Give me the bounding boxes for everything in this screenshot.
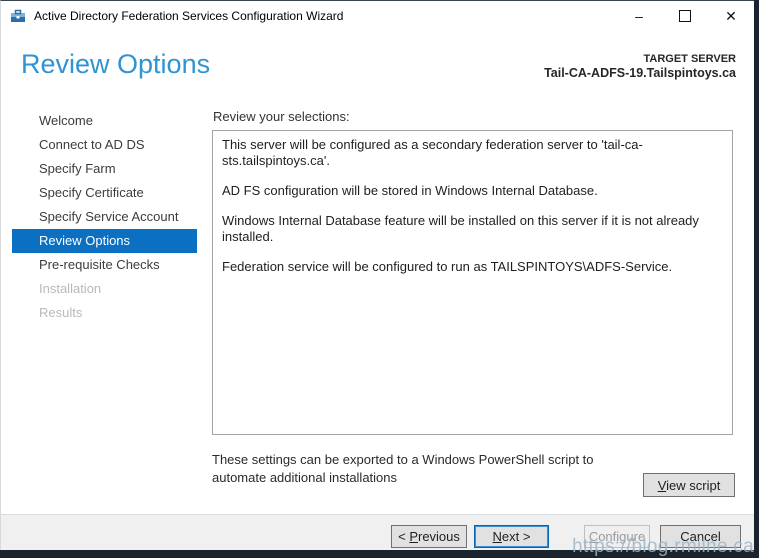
export-note: These settings can be exported to a Wind… [212, 452, 594, 486]
footer-bar: < Previous Next > Configure Cancel [1, 514, 754, 550]
review-selections-box[interactable]: This server will be configured as a seco… [212, 130, 733, 436]
sidebar: Welcome Connect to AD DS Specify Farm Speci… [1, 103, 212, 516]
review-paragraph: This server will be configured as a seco… [222, 137, 643, 169]
titlebar[interactable]: Active Directory Federation Services Con… [1, 1, 754, 31]
previous-button[interactable]: < Previous [391, 525, 467, 548]
sidebar-item-specify-certificate[interactable]: Specify Certificate [12, 181, 197, 205]
target-server-label: TARGET SERVER [643, 53, 737, 65]
view-script-button[interactable]: View script [643, 473, 735, 498]
sidebar-item-results: Results [39, 305, 83, 321]
main-panel: Review your selections: This server will… [212, 103, 754, 516]
sidebar-item-welcome[interactable]: Welcome [12, 109, 197, 133]
wizard-body: Welcome Connect to AD DS Specify Farm Speci… [1, 103, 754, 516]
configure-button: Configure [584, 525, 650, 548]
sidebar-item-specify-service-account[interactable]: Specify Service Account [12, 205, 197, 229]
minimize-icon[interactable]: – [616, 1, 662, 31]
wizard-header: Review Options TARGET SERVER Tail-CA-ADF… [1, 31, 754, 81]
sidebar-item-specify-farm[interactable]: Specify Farm [12, 157, 197, 181]
sidebar-item-installation: Installation [39, 281, 102, 297]
cancel-button[interactable]: Cancel [660, 525, 741, 548]
next-button[interactable]: Next > [474, 525, 549, 548]
wizard-window: Active Directory Federation Services Con… [0, 0, 754, 550]
sidebar-item-pre-requisite-checks[interactable]: Pre-requisite Checks [12, 253, 197, 277]
sidebar-item-review-options[interactable]: Review Options [12, 229, 197, 254]
target-server-block: TARGET SERVER Tail-CA-ADFS-19.Tailspinto… [544, 47, 736, 81]
window-controls: – ✕ [616, 1, 754, 31]
review-paragraph: AD FS configuration will be stored in Wi… [222, 183, 598, 199]
review-paragraph: Federation service will be configured to… [222, 259, 673, 275]
adfs-wizard-icon [10, 8, 26, 24]
window-title: Active Directory Federation Services Con… [34, 9, 344, 23]
maximize-icon[interactable] [662, 1, 708, 31]
close-icon[interactable]: ✕ [708, 1, 754, 31]
sidebar-item-connect-to-ad-ds[interactable]: Connect to AD DS [12, 133, 197, 157]
review-selections-label: Review your selections: [213, 109, 350, 125]
page-title: Review Options [21, 49, 211, 79]
target-server-name: Tail-CA-ADFS-19.Tailspintoys.ca [544, 66, 736, 81]
review-paragraph: Windows Internal Database feature will b… [222, 213, 699, 245]
